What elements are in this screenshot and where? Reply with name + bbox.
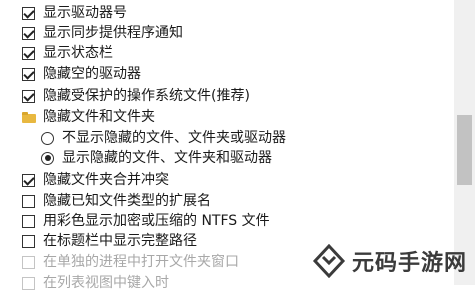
option-hide-extensions[interactable]: 隐藏已知文件类型的扩展名 bbox=[22, 191, 211, 211]
option-show-full-path[interactable]: 在标题栏中显示完整路径 bbox=[22, 231, 197, 251]
option-label: 显示驱动器号 bbox=[43, 5, 127, 21]
option-list-view-typing[interactable]: 在列表视图中键入时 bbox=[22, 273, 169, 293]
checkbox[interactable] bbox=[22, 46, 35, 60]
option-dont-show-hidden[interactable]: 不显示隐藏的文件、文件夹或驱动器 bbox=[41, 128, 286, 148]
option-label: 隐藏文件夹合并冲突 bbox=[43, 172, 169, 188]
option-label: 显示隐藏的文件、文件夹和驱动器 bbox=[62, 150, 272, 166]
checkbox[interactable] bbox=[22, 89, 35, 103]
group-hidden-files-and-folders: 隐藏文件和文件夹 bbox=[22, 107, 155, 127]
option-separate-process[interactable]: 在单独的进程中打开文件夹窗口 bbox=[22, 252, 239, 272]
option-show-status-bar[interactable]: 显示状态栏 bbox=[22, 43, 113, 63]
watermark-text: 元码手游网 bbox=[351, 251, 467, 276]
radio-button[interactable] bbox=[41, 151, 54, 165]
folder-icon bbox=[22, 111, 36, 123]
option-show-drive-letters[interactable]: 显示驱动器号 bbox=[22, 3, 127, 23]
watermark: 元码手游网 bbox=[312, 241, 467, 281]
option-show-hidden[interactable]: 显示隐藏的文件、文件夹和驱动器 bbox=[41, 148, 272, 168]
checkbox[interactable] bbox=[22, 6, 35, 20]
option-label: 用彩色显示加密或压缩的 NTFS 文件 bbox=[43, 213, 270, 229]
checkbox[interactable] bbox=[22, 26, 35, 40]
option-label: 在标题栏中显示完整路径 bbox=[43, 233, 197, 249]
option-hide-folder-merge-conflicts[interactable]: 隐藏文件夹合并冲突 bbox=[22, 170, 169, 190]
scrollbar-thumb[interactable] bbox=[457, 115, 472, 185]
checkbox[interactable] bbox=[22, 255, 35, 269]
checkbox[interactable] bbox=[22, 234, 35, 248]
option-label: 隐藏空的驱动器 bbox=[43, 66, 141, 82]
option-color-ntfs-files[interactable]: 用彩色显示加密或压缩的 NTFS 文件 bbox=[22, 211, 270, 231]
group-label: 隐藏文件和文件夹 bbox=[43, 109, 155, 125]
option-label: 显示状态栏 bbox=[43, 45, 113, 61]
option-label: 不显示隐藏的文件、文件夹或驱动器 bbox=[62, 130, 286, 146]
option-label: 显示同步提供程序通知 bbox=[43, 25, 183, 41]
checkbox[interactable] bbox=[22, 276, 35, 290]
option-label: 隐藏已知文件类型的扩展名 bbox=[43, 193, 211, 209]
option-label: 在单独的进程中打开文件夹窗口 bbox=[43, 254, 239, 270]
option-label: 隐藏受保护的操作系统文件(推荐) bbox=[43, 88, 250, 104]
checkbox[interactable] bbox=[22, 173, 35, 187]
checkbox[interactable] bbox=[22, 67, 35, 81]
watermark-logo-icon bbox=[312, 244, 346, 278]
option-hide-protected-os-files[interactable]: 隐藏受保护的操作系统文件(推荐) bbox=[22, 86, 250, 106]
option-label: 在列表视图中键入时 bbox=[43, 275, 169, 291]
option-hide-empty-drives[interactable]: 隐藏空的驱动器 bbox=[22, 64, 141, 84]
radio-button[interactable] bbox=[41, 131, 54, 145]
checkbox[interactable] bbox=[22, 194, 35, 208]
option-show-sync-notifications[interactable]: 显示同步提供程序通知 bbox=[22, 23, 183, 43]
checkbox[interactable] bbox=[22, 214, 35, 228]
